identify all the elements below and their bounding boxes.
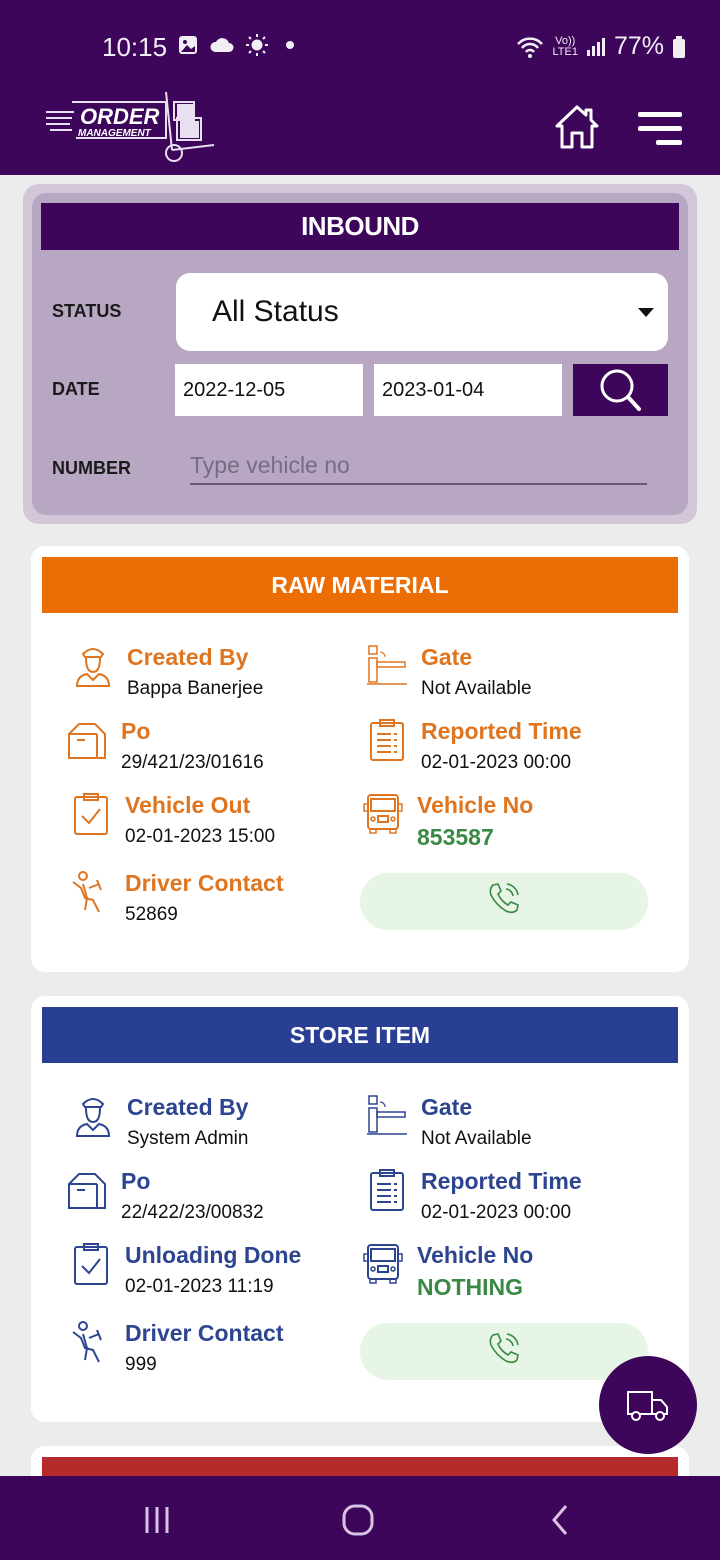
logo-text-management: MANAGEMENT: [78, 128, 152, 139]
created-by-field-label: Created By: [127, 1094, 249, 1120]
date-to-input[interactable]: [374, 364, 562, 416]
truck-front-icon: [361, 1242, 405, 1286]
battery-percent: 77%: [613, 32, 664, 60]
inbound-card[interactable]: RAW MATERIAL Created By Bappa Banerjee G…: [31, 546, 689, 972]
gate-icon: [365, 1094, 409, 1138]
system-nav-bar: [0, 1476, 720, 1560]
menu-icon-bar: [638, 112, 682, 117]
dropdown-caret-icon: [638, 308, 654, 317]
recent-apps-button[interactable]: [127, 1498, 187, 1542]
dot-icon: [286, 41, 294, 49]
menu-icon-bar: [638, 126, 682, 131]
gate-field-label: Gate: [421, 1094, 473, 1120]
menu-button[interactable]: [632, 108, 682, 148]
clipboard-icon: [365, 718, 409, 762]
status-time-field-label: Unloading Done: [125, 1242, 302, 1268]
system-icons: Vo)) LTE1 77%: [516, 32, 686, 61]
reported-time-field-value: 02-01-2023 00:00: [421, 1202, 572, 1223]
card-header: STORE ITEM: [42, 1007, 678, 1063]
po-field-label: Po: [121, 1168, 151, 1194]
driver-contact-field-value: 999: [125, 1354, 157, 1375]
filter-title: INBOUND: [41, 203, 679, 250]
order-management-logo[interactable]: ORDER MANAGEMENT: [44, 90, 224, 162]
po-field-label: Po: [121, 718, 151, 744]
network-label: LTE1: [552, 45, 578, 58]
volte-indicator: Vo)) LTE1: [552, 35, 578, 58]
status-time-field-value: 02-01-2023 11:19: [125, 1276, 274, 1297]
po-box-icon: [65, 1168, 109, 1212]
clipboard-check-icon: [69, 792, 113, 836]
brightness-icon: [246, 34, 268, 56]
home-button[interactable]: [552, 102, 602, 152]
vehicle-number-input[interactable]: [190, 447, 647, 485]
driver-contact-field-value: 52869: [125, 904, 178, 925]
inbound-card[interactable]: STORE ITEM Created By System Admin Gate …: [31, 996, 689, 1422]
driver-contact-field-label: Driver Contact: [125, 870, 284, 896]
number-label: NUMBER: [52, 458, 131, 478]
gate-field-value: Not Available: [421, 678, 532, 699]
driver-contact-field-label: Driver Contact: [125, 1320, 284, 1346]
call-driver-button[interactable]: [360, 873, 648, 930]
menu-icon-bar: [656, 140, 682, 145]
driver-icon: [69, 870, 113, 914]
vehicle-no-field-label: Vehicle No: [417, 792, 534, 818]
filter-inner: INBOUND STATUS All Status DATE NUMBER: [32, 193, 688, 515]
inbound-filter-panel: INBOUND STATUS All Status DATE NUMBER: [23, 184, 697, 524]
phone-icon: [486, 881, 522, 922]
battery-icon: [673, 35, 685, 58]
driver-icon: [69, 1320, 113, 1364]
gate-field-label: Gate: [421, 644, 473, 670]
status-select[interactable]: All Status: [176, 273, 668, 351]
search-button[interactable]: [573, 364, 668, 416]
clock: 10:15: [102, 32, 168, 62]
home-nav-button[interactable]: [328, 1498, 388, 1542]
app-header: ORDER MANAGEMENT: [0, 90, 720, 175]
po-field-value: 22/422/23/00832: [121, 1202, 264, 1223]
vehicle-no-field-label: Vehicle No: [417, 1242, 534, 1268]
gate-field-value: Not Available: [421, 1128, 532, 1149]
reported-time-field-label: Reported Time: [421, 718, 582, 744]
truck-icon: [627, 1391, 668, 1421]
status-label: STATUS: [52, 301, 122, 321]
phone-icon: [486, 1331, 522, 1372]
vehicle-no-field-value: NOTHING: [417, 1274, 524, 1300]
home-icon: [555, 105, 599, 149]
back-button[interactable]: [530, 1498, 590, 1542]
date-from-input[interactable]: [175, 364, 363, 416]
gallery-icon: [179, 36, 197, 54]
status-select-value: All Status: [212, 295, 339, 328]
created-by-field-value: System Admin: [127, 1128, 249, 1149]
status-time-field-value: 02-01-2023 15:00: [125, 826, 276, 847]
created-by-icon: [71, 644, 115, 688]
back-icon: [552, 1505, 568, 1535]
status-time-field-label: Vehicle Out: [125, 792, 251, 818]
vehicle-fab-button[interactable]: [599, 1356, 697, 1454]
created-by-field-value: Bappa Banerjee: [127, 678, 264, 699]
clipboard-icon: [365, 1168, 409, 1212]
wifi-icon: [517, 36, 544, 58]
gate-icon: [365, 644, 409, 688]
truck-front-icon: [361, 792, 405, 836]
notification-icons: [178, 34, 296, 56]
reported-time-field-value: 02-01-2023 00:00: [421, 752, 572, 773]
signal-icon: [586, 37, 605, 56]
clipboard-check-icon: [69, 1242, 113, 1286]
home-circle-icon: [342, 1504, 374, 1536]
created-by-field-label: Created By: [127, 644, 249, 670]
card-header: RAW MATERIAL: [42, 557, 678, 613]
vehicle-no-field-value: 853587: [417, 824, 494, 850]
date-label: DATE: [52, 379, 100, 399]
reported-time-field-label: Reported Time: [421, 1168, 582, 1194]
call-driver-button[interactable]: [360, 1323, 648, 1380]
cloud-icon: [210, 38, 234, 52]
logo-text-order: ORDER: [80, 104, 160, 129]
status-bar: 10:15 Vo)) LTE1 77%: [0, 0, 720, 90]
recent-apps-icon: [145, 1507, 169, 1533]
po-box-icon: [65, 718, 109, 762]
created-by-icon: [71, 1094, 115, 1138]
po-field-value: 29/421/23/01616: [121, 752, 264, 773]
search-icon: [600, 369, 641, 411]
